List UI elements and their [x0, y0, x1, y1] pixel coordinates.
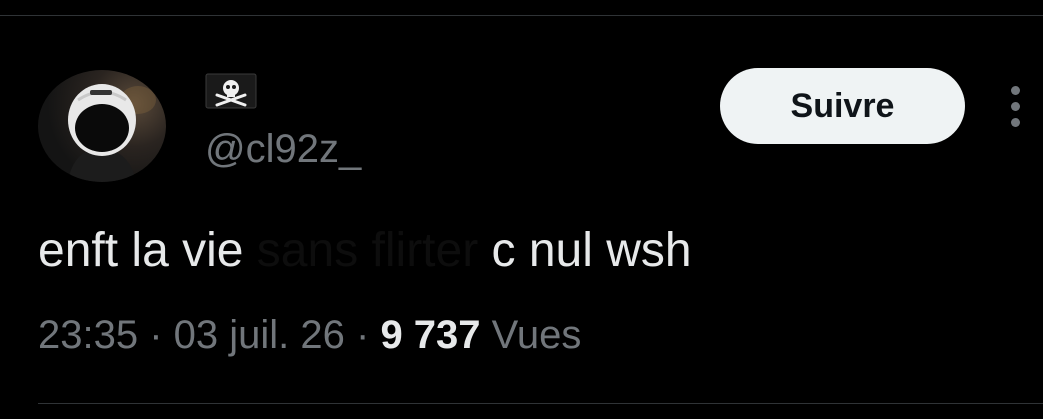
author-handle[interactable]: @cl92z_ — [205, 125, 361, 173]
pirate-flag-icon — [205, 73, 257, 109]
tweet-text-part1: enft la vie — [38, 224, 257, 277]
tweet-meta: 23:35 · 03 juil. 26 · 9 737 Vues — [38, 310, 581, 360]
tweet-text-masked: sans flirter — [256, 224, 479, 277]
follow-button[interactable]: Suivre — [720, 68, 965, 144]
tweet-date[interactable]: 03 juil. 26 — [174, 313, 345, 357]
tweet-text-part2: c nul wsh — [478, 224, 692, 277]
avatar-image — [68, 84, 156, 182]
bottom-divider — [38, 403, 1043, 404]
views-count: 9 737 — [380, 313, 481, 357]
more-vertical-icon[interactable] — [1000, 84, 1032, 130]
tweet-time[interactable]: 23:35 — [38, 313, 138, 357]
top-divider — [0, 15, 1043, 16]
views-label: Vues — [480, 313, 582, 357]
meta-separator: · — [138, 313, 174, 357]
meta-separator: · — [344, 313, 381, 357]
avatar[interactable] — [38, 70, 166, 182]
tweet-text: enft la vie sans flirter c nul wsh — [38, 222, 692, 280]
